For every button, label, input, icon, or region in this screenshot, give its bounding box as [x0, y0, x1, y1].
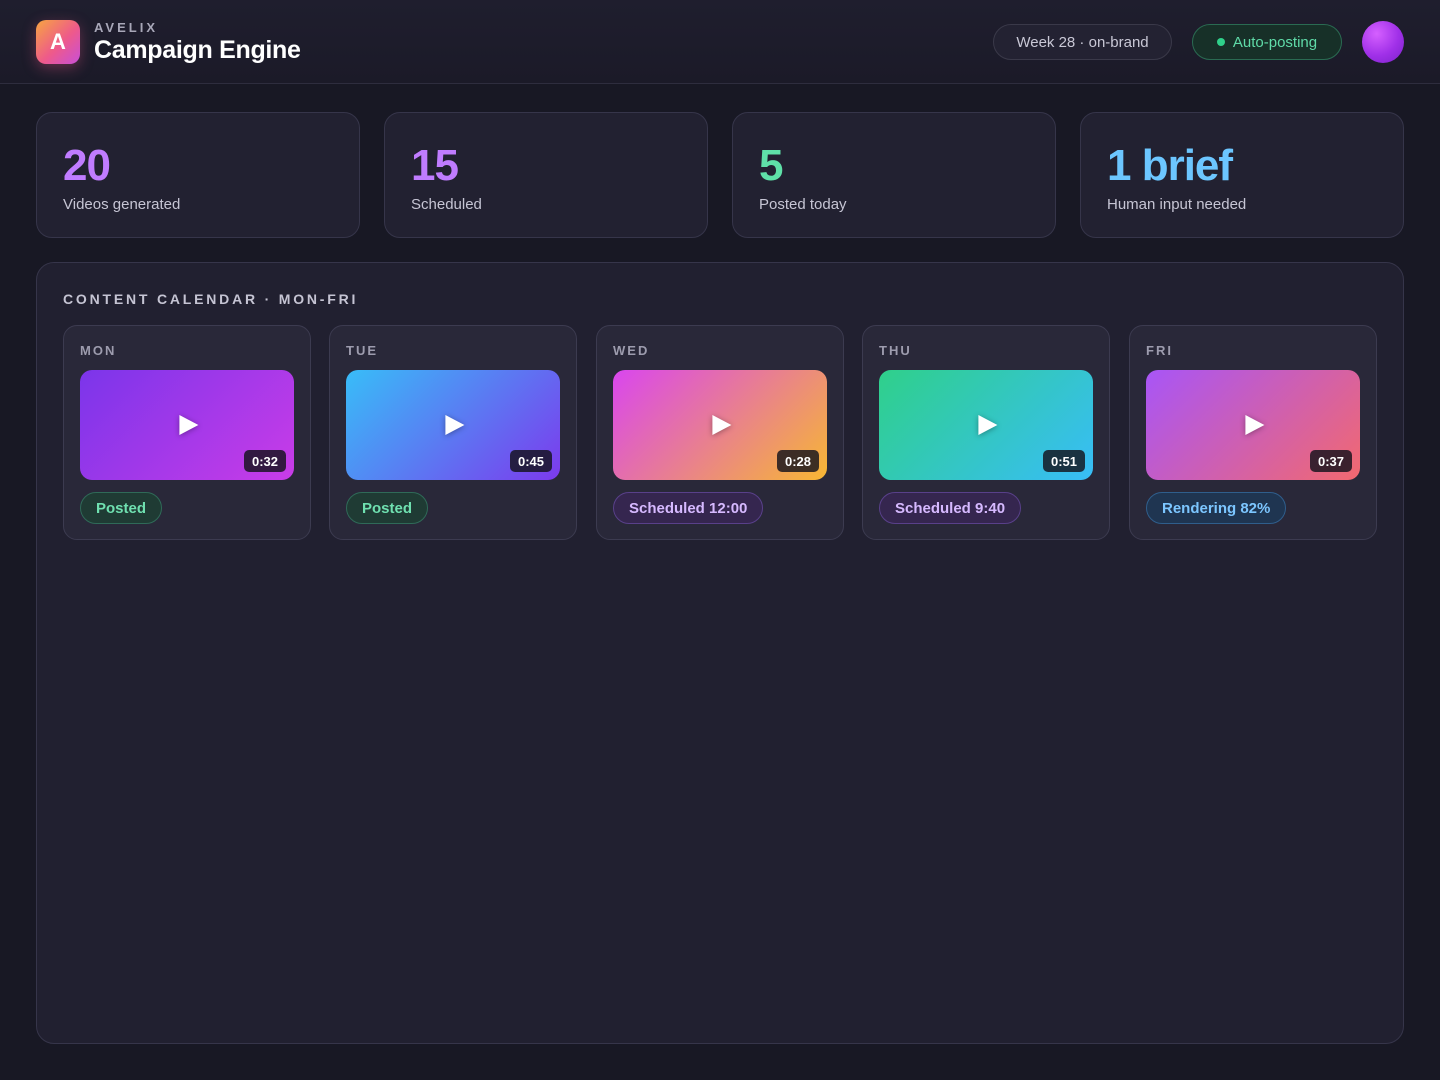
status-badge: Scheduled 12:00 [613, 492, 764, 524]
day-label: FRI [1146, 343, 1173, 358]
calendar-heading: CONTENT CALENDAR · MON-FRI [63, 291, 359, 307]
day-label: TUE [346, 343, 378, 358]
video-duration: 0:37 [1309, 450, 1352, 472]
stat-value: 5 [759, 141, 784, 190]
video-thumbnail[interactable]: 0:37 [1146, 370, 1360, 480]
stat-card-human-input[interactable]: 1 brief Human input needed [1080, 112, 1404, 238]
week-selector[interactable]: Week 28 · on-brand [993, 24, 1172, 60]
day-card-wed: WED 0:28 Scheduled 12:00 [596, 325, 844, 540]
stat-value: 1 brief [1107, 141, 1233, 190]
auto-posting-label: Auto-posting [1232, 33, 1318, 51]
stat-card-scheduled: 15 Scheduled [384, 112, 708, 238]
day-label: WED [613, 343, 650, 358]
play-icon[interactable] [712, 415, 732, 435]
video-duration: 0:45 [509, 450, 552, 472]
video-thumbnail[interactable]: 0:45 [346, 370, 560, 480]
day-label: MON [80, 343, 117, 358]
stat-card-posted-today: 5 Posted today [732, 112, 1056, 238]
user-avatar[interactable] [1362, 21, 1404, 63]
video-duration: 0:32 [243, 450, 286, 472]
video-duration: 0:51 [1042, 450, 1085, 472]
stat-label: Scheduled [411, 196, 482, 213]
day-card-fri: FRI 0:37 Rendering 82% [1129, 325, 1377, 540]
stat-label: Videos generated [63, 196, 181, 213]
video-thumbnail[interactable]: 0:28 [613, 370, 827, 480]
stat-label: Posted today [759, 196, 847, 213]
stat-value: 20 [63, 141, 111, 190]
top-bar: A AVELIX Campaign Engine Week 28 · on-br… [0, 0, 1440, 84]
day-card-tue: TUE 0:45 Posted [329, 325, 577, 540]
video-thumbnail[interactable]: 0:51 [879, 370, 1093, 480]
play-icon[interactable] [1245, 415, 1265, 435]
play-icon[interactable] [179, 415, 199, 435]
video-thumbnail[interactable]: 0:32 [80, 370, 294, 480]
stat-value: 15 [411, 141, 459, 190]
day-label: THU [879, 343, 912, 358]
stat-label: Human input needed [1107, 196, 1247, 213]
day-card-thu: THU 0:51 Scheduled 9:40 [862, 325, 1110, 540]
video-duration: 0:28 [776, 450, 819, 472]
status-badge: Scheduled 9:40 [879, 492, 1022, 524]
brand-logo[interactable]: A [36, 20, 80, 64]
stat-card-videos: 20 Videos generated [36, 112, 360, 238]
week-label: Week 28 · on-brand [1016, 33, 1149, 51]
status-dot-icon [1216, 38, 1225, 46]
play-icon[interactable] [978, 415, 998, 435]
status-badge: Posted [80, 492, 163, 524]
auto-posting-toggle[interactable]: Auto-posting [1192, 24, 1342, 60]
content-calendar: CONTENT CALENDAR · MON-FRI MON 0:32 Post… [36, 262, 1404, 1044]
brand-eyebrow: AVELIX [94, 20, 158, 35]
play-icon[interactable] [445, 415, 465, 435]
status-badge: Posted [346, 492, 429, 524]
day-card-mon: MON 0:32 Posted [63, 325, 311, 540]
status-badge: Rendering 82% [1146, 492, 1287, 524]
app-title: Campaign Engine [94, 36, 301, 64]
